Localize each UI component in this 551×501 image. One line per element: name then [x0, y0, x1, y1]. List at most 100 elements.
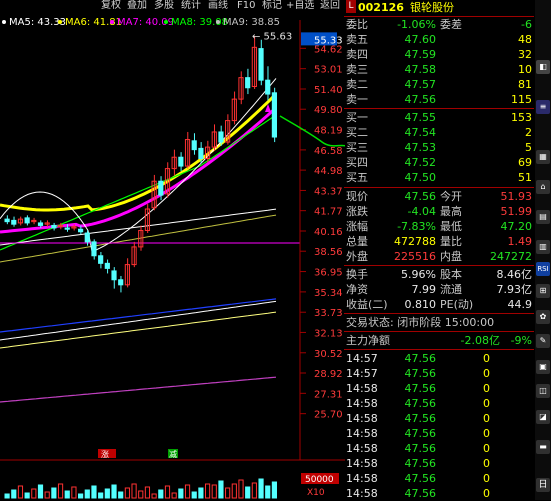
ma-legend-dot [110, 20, 114, 24]
tool-icon[interactable]: ⊞ [536, 284, 550, 298]
candle-body [78, 228, 84, 233]
ma-line [0, 311, 277, 349]
book-qty: 10 [518, 63, 532, 76]
volume-bar [238, 479, 244, 499]
book-price: 47.60 [404, 33, 437, 46]
stat-value: 51.99 [500, 205, 533, 218]
ma-legend-dot [164, 20, 168, 24]
level-badge-icon: L [346, 0, 356, 13]
y-tick-label: 49.80 [314, 105, 343, 116]
volume-bar [184, 484, 191, 499]
book-label: 买二 [346, 126, 368, 139]
book-price: 47.55 [404, 111, 437, 124]
candle-body [198, 147, 204, 159]
pencil-icon[interactable]: ✎ [536, 334, 550, 348]
stat-value: 0.810 [404, 298, 437, 311]
tool-icon[interactable]: ▣ [536, 360, 550, 374]
volume-bar [191, 491, 197, 499]
volume-bar [225, 487, 231, 499]
y-tick-label: 40.16 [314, 227, 343, 238]
ma-legend-label: MA5: 43.33 [9, 17, 66, 28]
tool-icon[interactable]: ⌂ [536, 180, 550, 194]
candle-body [218, 131, 224, 143]
volume-bar [251, 482, 257, 499]
moving-average-lines [0, 78, 300, 403]
candle-body [4, 218, 10, 223]
volume-bar [24, 492, 30, 499]
tick-time: 14:58 [346, 457, 378, 470]
ma-line [0, 300, 277, 341]
stat-label: 外盘 [346, 250, 368, 263]
tool-icon[interactable]: ▥ [536, 240, 550, 254]
y-tick-label: 48.19 [314, 126, 343, 137]
stat-value: 7.99 [411, 283, 437, 296]
settings-icon[interactable]: ✿ [536, 310, 550, 324]
tick-volume: 0 [483, 352, 490, 365]
stat-label: 最高 [440, 205, 462, 218]
tool-icon[interactable]: ▬ [536, 440, 550, 454]
stat-label: 股本 [440, 268, 462, 281]
y-tick-label: 46.58 [314, 146, 343, 157]
volume-bar [124, 487, 130, 499]
volume-tick-label: 50000 [305, 475, 334, 485]
y-tick-label: 28.92 [314, 369, 343, 380]
volume-bar [31, 488, 37, 499]
tick-time: 14:57 [346, 367, 378, 380]
book-label: 买五 [346, 171, 368, 184]
y-tick-label: 27.31 [314, 389, 343, 400]
candle-body [104, 262, 110, 269]
ma-legend-dot [58, 20, 62, 24]
divider [344, 187, 534, 188]
book-qty: 81 [518, 78, 532, 91]
candle-body [265, 79, 271, 95]
y-tick-label: 30.52 [314, 349, 343, 360]
volume-bar [198, 487, 204, 499]
divider [344, 331, 534, 332]
book-label: 买一 [346, 111, 368, 124]
volume-bar [138, 490, 144, 499]
volume-bar [91, 485, 97, 499]
price-axis: 55.3354.6253.0151.4049.8048.1946.5844.98… [299, 20, 343, 460]
stat-value: 51.93 [500, 190, 533, 203]
tool-icon[interactable]: ▦ [536, 150, 550, 164]
tool-icon[interactable]: ◧ [536, 60, 550, 74]
tool-icon[interactable]: ▤ [536, 210, 550, 224]
divider [344, 108, 534, 109]
book-price: 47.52 [404, 156, 437, 169]
candle-body [158, 180, 164, 196]
tool-icon[interactable]: ◪ [536, 410, 550, 424]
y-tick-label: 41.77 [314, 207, 343, 218]
ma-legend-dot [2, 20, 6, 24]
volume-unit-label: X10 [307, 488, 325, 498]
reduce-badge-text: 减 [169, 449, 177, 459]
book-qty: 153 [511, 111, 532, 124]
tick-price: 47.56 [404, 442, 437, 455]
candle-body [111, 270, 117, 281]
stat-label: 量比 [440, 235, 462, 248]
tool-icon[interactable]: ◫ [536, 384, 550, 398]
chart-annotations: ← 55.63 涨 减 [98, 32, 345, 459]
book-price: 47.56 [404, 93, 437, 106]
candle-body [271, 92, 278, 138]
book-label: 卖一 [346, 93, 368, 106]
kline-chart[interactable]: MA5: 43.33MA6: 41.81MA7: 40.09MA8: 39.08… [0, 0, 345, 500]
rsi-button[interactable]: RSI [536, 262, 550, 276]
book-qty: 5 [525, 141, 532, 154]
tick-volume: 0 [483, 382, 490, 395]
tick-time: 14:57 [346, 352, 378, 365]
volume-bar [245, 486, 251, 499]
ma-line [0, 376, 277, 403]
y-tick-label: 35.34 [314, 288, 343, 299]
tool-icon[interactable]: ≡ [536, 100, 550, 114]
volume-bar [265, 485, 271, 499]
book-label: 卖二 [346, 78, 368, 91]
stat-label: 涨幅 [346, 220, 368, 233]
book-qty: 51 [518, 171, 532, 184]
day-period-button[interactable]: 日 [536, 478, 550, 492]
y-tick-label: 36.95 [314, 268, 343, 279]
y-tick-label: 51.40 [314, 85, 343, 96]
stock-code: 002126 [358, 1, 404, 14]
ma-line [0, 114, 277, 251]
volume-bar [204, 483, 211, 499]
volume-bar [164, 485, 171, 499]
